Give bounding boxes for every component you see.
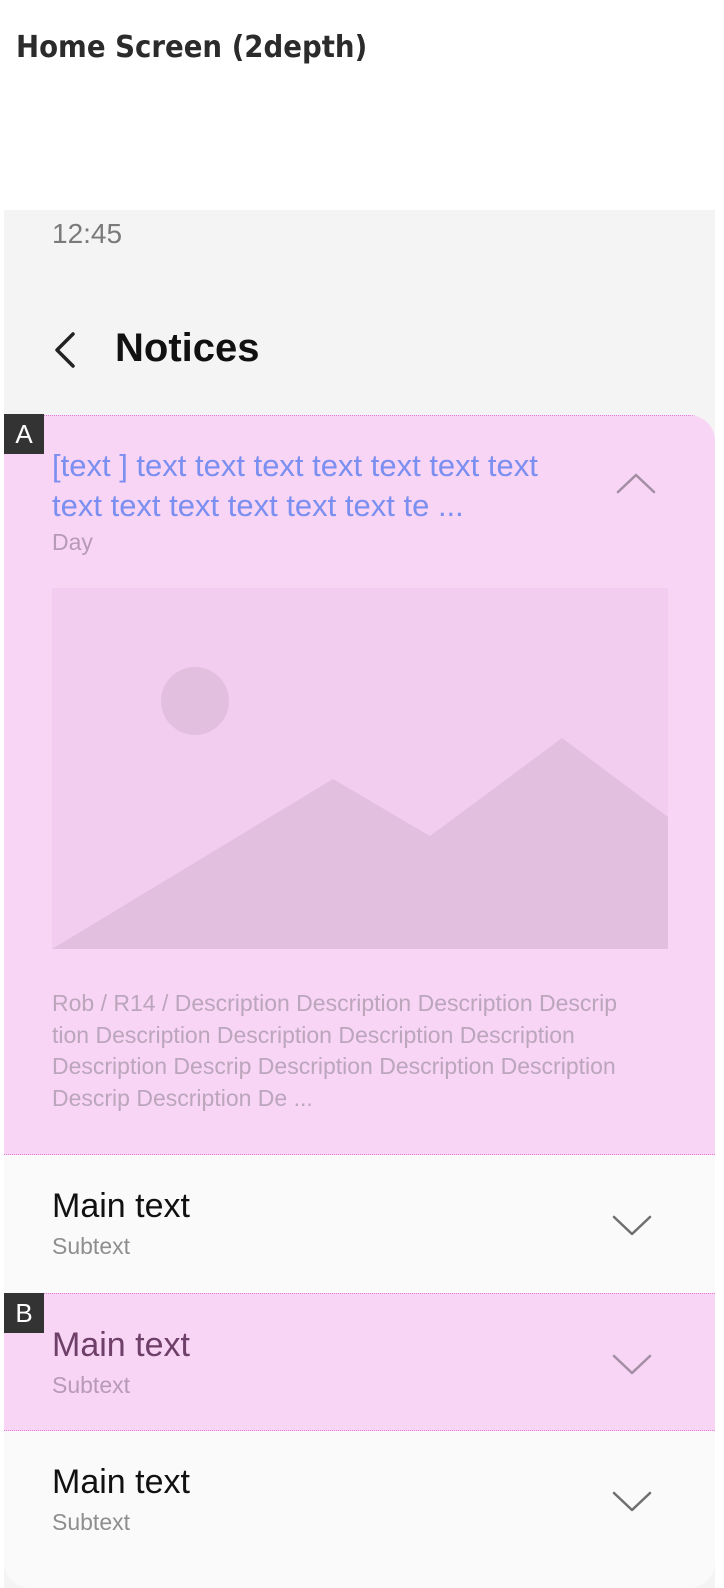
expand-button[interactable]: [610, 1210, 654, 1240]
list-item-main-text: Main text: [52, 1326, 190, 1364]
notice-title: [text ] text text text text text text te…: [52, 448, 538, 523]
chevron-left-icon: [55, 332, 75, 368]
chevron-up-icon: [616, 473, 656, 494]
list-item-highlighted[interactable]: Main text Subtext: [4, 1293, 715, 1431]
notice-list: [text ] text text text text text text te…: [4, 415, 715, 1588]
device-screen: 12:45 Notices [text ] text text text tex…: [4, 210, 715, 1588]
header-title: Notices: [115, 326, 260, 370]
expand-button[interactable]: [610, 1486, 654, 1516]
notice-day: Day: [52, 529, 93, 555]
list-item-main-text: Main text: [52, 1187, 190, 1225]
image-placeholder-icon: [52, 667, 668, 949]
status-time: 12:45: [52, 218, 123, 249]
list-item-main-text: Main text: [52, 1463, 190, 1501]
list-item[interactable]: Main text Subtext: [4, 1155, 715, 1293]
back-button[interactable]: [44, 328, 88, 372]
annotation-tag-b: B: [4, 1293, 44, 1333]
chevron-down-icon: [612, 1354, 652, 1375]
annotation-tag-a: A: [4, 414, 44, 454]
app-header: Notices: [4, 310, 715, 390]
notice-description: Rob / R14 / Description Description Desc…: [52, 990, 617, 1111]
chevron-down-icon: [612, 1215, 652, 1236]
list-item-subtext: Subtext: [52, 1509, 130, 1535]
chevron-down-icon: [612, 1491, 652, 1512]
list-item-subtext: Subtext: [52, 1233, 130, 1259]
page-title: Home Screen (2depth): [16, 30, 368, 65]
list-item[interactable]: Main text Subtext: [4, 1431, 715, 1569]
expand-button[interactable]: [610, 1349, 654, 1379]
image-placeholder: [52, 588, 668, 949]
notice-item-expanded[interactable]: [text ] text text text text text text te…: [4, 415, 715, 1155]
list-item-subtext: Subtext: [52, 1372, 130, 1398]
collapse-button[interactable]: [614, 468, 658, 498]
